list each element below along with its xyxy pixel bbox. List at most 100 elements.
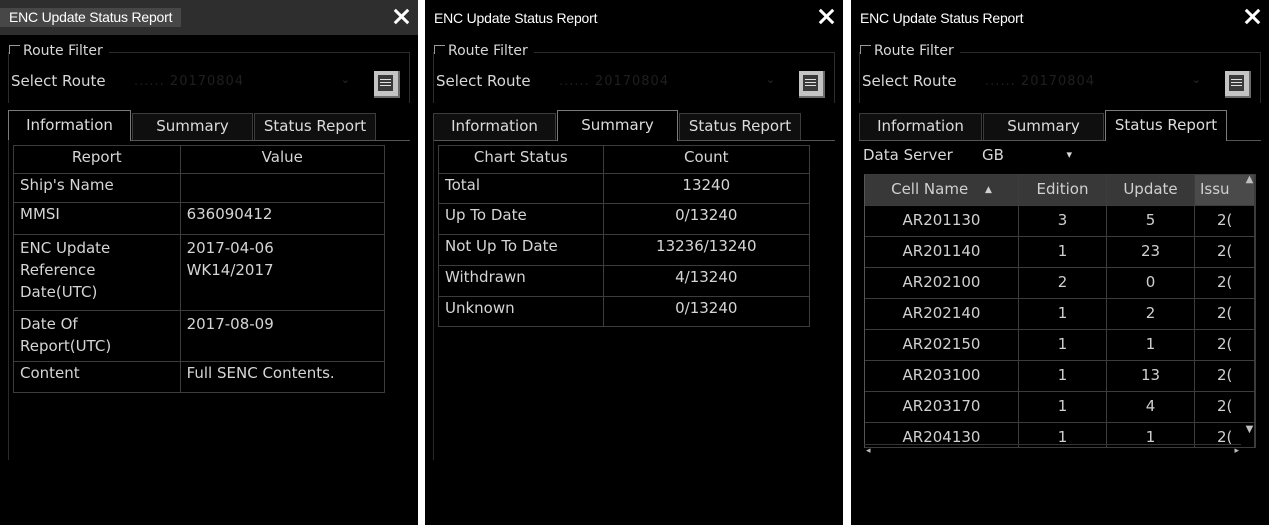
table-row[interactable]: AR202140 1 2 2( [865, 299, 1255, 330]
update-cell: 0 [1107, 268, 1195, 298]
tab-status-report[interactable]: Status Report [679, 113, 801, 140]
list-icon [803, 75, 818, 91]
select-route-dropdown[interactable]: ...... 20170804 ⌄ [979, 70, 1205, 94]
column-header-report[interactable]: Report [14, 146, 180, 173]
route-filter-legend[interactable]: Route Filter [9, 43, 109, 59]
tab-summary[interactable]: Summary [132, 113, 253, 140]
scrollbar-thumb[interactable] [882, 449, 1122, 457]
table-row[interactable]: Ship's Name [14, 174, 385, 203]
status-cell: Total [445, 176, 481, 194]
route-filter-legend[interactable]: Route Filter [860, 43, 960, 59]
tab-information[interactable]: Information [859, 113, 982, 140]
edition-cell: 1 [1019, 330, 1107, 360]
divider [8, 140, 9, 460]
cell-name: AR202140 [865, 299, 1019, 329]
tab-status-report[interactable]: Status Report [254, 113, 376, 140]
close-icon[interactable] [390, 4, 414, 30]
update-cell: 23 [1107, 237, 1195, 267]
route-filter-label: Route Filter [23, 43, 103, 59]
title-bar[interactable]: ENC Update Status Report [0, 0, 418, 35]
table-row[interactable]: AR202100 2 0 2( [865, 268, 1255, 299]
select-route-dropdown[interactable]: ...... 20170804 ⌄ [128, 70, 354, 94]
scroll-down-icon[interactable]: ▼ [1243, 424, 1256, 435]
list-icon [378, 75, 393, 91]
tab-information[interactable]: Information [433, 113, 556, 140]
report-cell: Ship's Name [20, 176, 114, 194]
title-bar[interactable]: ENC Update Status Report [425, 0, 843, 35]
column-header-edition[interactable]: Edition [1019, 175, 1107, 205]
report-cell: MMSI [20, 205, 60, 223]
table-row[interactable]: AR203100 1 13 2( [865, 361, 1255, 392]
horizontal-scrollbar[interactable]: ◂ ▸ [864, 444, 1241, 459]
table-row[interactable]: Date Of Report(UTC) 2017-08-09 [14, 311, 385, 362]
table-row[interactable]: MMSI 636090412 [14, 203, 385, 235]
scroll-left-icon[interactable]: ◂ [866, 446, 871, 456]
chevron-down-icon: ⌄ [765, 73, 775, 86]
status-cell: Withdrawn [445, 268, 526, 286]
tab-summary[interactable]: Summary [983, 113, 1104, 140]
report-window-status-report: ENC Update Status Report Route Filter Se… [851, 0, 1269, 525]
tab-bar: Information Summary Status Report [8, 110, 410, 141]
column-header-count[interactable]: Count [602, 146, 809, 173]
scroll-right-icon[interactable]: ▸ [1234, 446, 1239, 456]
cell-name: AR203170 [865, 392, 1019, 422]
route-filter-label: Route Filter [874, 43, 954, 59]
table-row[interactable]: AR201130 3 5 2( [865, 206, 1255, 237]
table-row[interactable]: Unknown 0/13240 [439, 297, 810, 327]
table-row[interactable]: Not Up To Date 13236/13240 [439, 235, 810, 266]
vertical-scrollbar[interactable]: ▲ ▼ [1243, 174, 1257, 440]
value-cell: 2017-04-06 WK14/2017 [179, 235, 384, 310]
chevron-down-icon: ▾ [1066, 148, 1072, 161]
close-icon[interactable] [815, 4, 839, 30]
tab-status-report[interactable]: Status Report [1105, 110, 1227, 141]
scroll-up-icon[interactable]: ▲ [1243, 174, 1256, 185]
route-filter-legend[interactable]: Route Filter [434, 43, 534, 59]
update-cell: 2 [1107, 299, 1195, 329]
table-header: Chart Status Count [439, 145, 810, 174]
chevron-down-icon: ⌄ [1191, 73, 1201, 86]
data-server-label: Data Server [863, 146, 953, 164]
route-list-button[interactable] [799, 71, 825, 98]
count-cell: 4/13240 [602, 266, 809, 296]
column-header-value[interactable]: Value [179, 146, 384, 173]
report-window-summary: ENC Update Status Report Route Filter Se… [425, 0, 843, 525]
chevron-down-icon: ⌄ [340, 73, 350, 86]
select-route-label: Select Route [862, 72, 957, 90]
title-bar[interactable]: ENC Update Status Report [851, 0, 1269, 35]
count-cell: 13236/13240 [602, 235, 809, 265]
table-header: Report Value [14, 145, 385, 174]
table-row[interactable]: Withdrawn 4/13240 [439, 266, 810, 297]
edition-cell: 1 [1019, 361, 1107, 391]
select-route-label: Select Route [11, 72, 106, 90]
tab-information[interactable]: Information [8, 110, 131, 141]
tab-summary[interactable]: Summary [557, 110, 678, 141]
column-header-label: Cell Name [891, 180, 969, 198]
edition-cell: 1 [1019, 237, 1107, 267]
table-row[interactable]: AR202150 1 1 2( [865, 330, 1255, 361]
route-filter-checkbox[interactable] [860, 45, 871, 54]
cell-name: AR201140 [865, 237, 1019, 267]
table-row[interactable]: Total 13240 [439, 174, 810, 204]
table-row[interactable]: AR203170 1 4 2( [865, 392, 1255, 423]
divider [433, 140, 434, 460]
close-icon[interactable] [1241, 4, 1265, 30]
route-filter-checkbox[interactable] [434, 45, 445, 54]
table-row[interactable]: Content Full SENC Contents. [14, 362, 385, 393]
route-list-button[interactable] [1225, 71, 1251, 98]
update-cell: 5 [1107, 206, 1195, 236]
select-route-value: ...... 20170804 [559, 74, 670, 89]
column-header-cell-name[interactable]: Cell Name ▲ [865, 175, 1019, 205]
select-route-label: Select Route [436, 72, 531, 90]
select-route-dropdown[interactable]: ...... 20170804 ⌄ [553, 70, 779, 94]
route-filter-checkbox[interactable] [9, 45, 20, 54]
route-list-button[interactable] [374, 71, 400, 98]
sort-ascending-icon: ▲ [984, 185, 992, 195]
column-header-chart-status[interactable]: Chart Status [439, 146, 603, 173]
data-server-select[interactable]: GB ▾ [982, 146, 1078, 166]
table-row[interactable]: ENC Update Reference Date(UTC) 2017-04-0… [14, 235, 385, 311]
table-row[interactable]: AR201140 1 23 2( [865, 237, 1255, 268]
data-server-value: GB [982, 146, 1004, 164]
list-icon [1229, 75, 1244, 91]
column-header-update[interactable]: Update [1107, 175, 1195, 205]
table-row[interactable]: Up To Date 0/13240 [439, 204, 810, 235]
